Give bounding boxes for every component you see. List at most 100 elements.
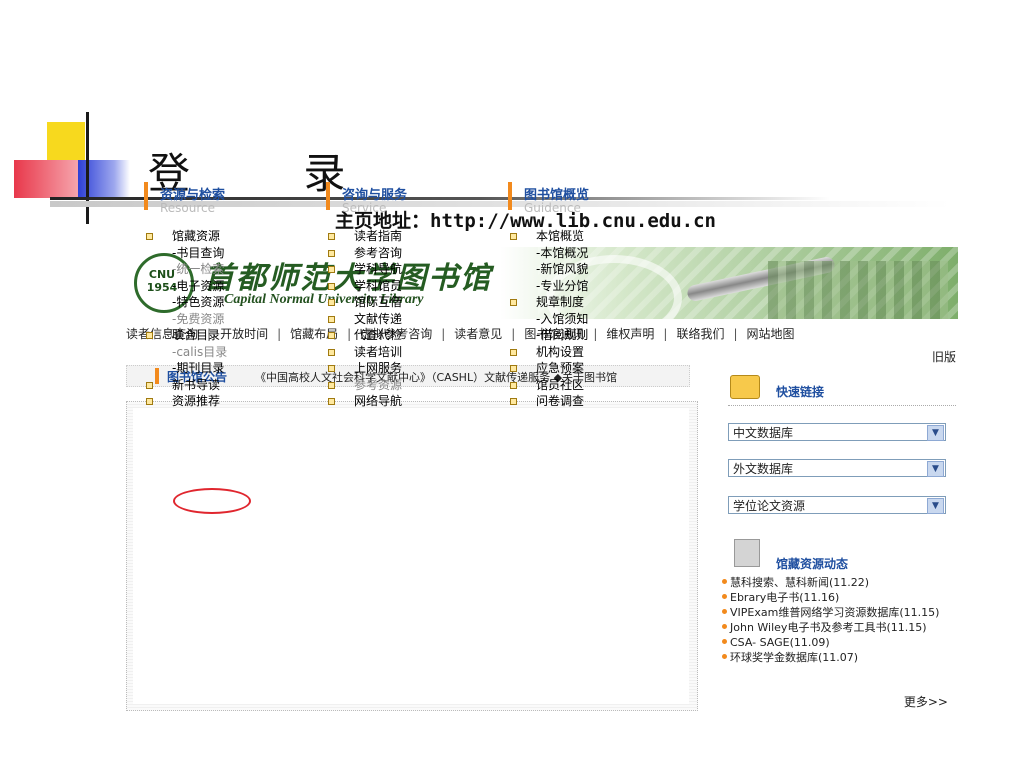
- resource-news-list: 慧科搜索、慧科新闻(11.22) Ebrary电子书(11.16) VIPExa…: [722, 575, 958, 665]
- old-version-link[interactable]: 旧版: [932, 348, 956, 365]
- list-item[interactable]: 资源推荐: [146, 393, 227, 410]
- right-sidebar: 快速链接 中文数据库 ▼ 外文数据库 ▼ 学位论文资源 ▼ 馆藏资源动态 慧科搜…: [722, 365, 958, 715]
- bullet-icon: [722, 609, 727, 614]
- square-bullet-icon: [510, 348, 517, 356]
- select-value: 中文数据库: [733, 426, 794, 440]
- list-item[interactable]: 参考咨询: [328, 245, 402, 262]
- list-item[interactable]: -统一检索: [146, 261, 227, 278]
- square-bullet-icon: [146, 398, 153, 405]
- square-bullet-icon: [328, 365, 335, 372]
- news-item[interactable]: 慧科搜索、慧科新闻(11.22): [722, 575, 958, 590]
- sidebar-divider: [728, 405, 956, 406]
- list-item[interactable]: 问卷调查: [510, 393, 588, 410]
- bullet-icon: [722, 594, 727, 599]
- news-item[interactable]: CSA- SAGE(11.09): [722, 635, 958, 650]
- column-list: 读者指南 参考咨询 学科导航 学科馆员 馆际互借 文献传递 代查代检 读者培训 …: [328, 228, 402, 410]
- square-bullet-icon: [328, 233, 335, 240]
- square-bullet-icon: [328, 282, 335, 290]
- list-item[interactable]: 读者指南: [328, 228, 402, 245]
- column-accent-bar: [144, 182, 148, 210]
- list-item[interactable]: 规章制度: [510, 294, 588, 311]
- news-item[interactable]: VIPExam维普网络学习资源数据库(11.15): [722, 605, 958, 620]
- main-content-panel: [133, 408, 689, 704]
- decoration-red-block: [14, 160, 78, 198]
- list-item[interactable]: -calis目录: [146, 344, 227, 361]
- list-item[interactable]: 文献传递: [328, 311, 402, 328]
- square-bullet-icon: [146, 332, 153, 339]
- chinese-database-select[interactable]: 中文数据库 ▼: [728, 423, 946, 441]
- list-item[interactable]: -入馆须知: [510, 311, 588, 328]
- list-item[interactable]: 新书导读: [146, 377, 227, 394]
- chevron-down-icon: ▼: [927, 461, 944, 477]
- column-list: 馆藏资源 -书目查询 -统一检索 -电子资源 -特色资源 -免费资源 联合目录 …: [146, 228, 227, 410]
- list-item[interactable]: 参考资源: [328, 377, 402, 394]
- news-item[interactable]: Ebrary电子书(11.16): [722, 590, 958, 605]
- column-subtitle: Service: [342, 201, 387, 215]
- list-item[interactable]: 学科馆员: [328, 278, 402, 295]
- quick-links-title: 快速链接: [776, 385, 825, 399]
- list-item[interactable]: 馆际互借: [328, 294, 402, 311]
- list-item[interactable]: -新馆风貌: [510, 261, 588, 278]
- list-item[interactable]: -借阅规则: [510, 327, 588, 344]
- square-bullet-icon: [328, 315, 335, 323]
- more-link[interactable]: 更多>>: [904, 693, 948, 710]
- bullet-icon: [722, 579, 727, 584]
- nav-reader-feedback[interactable]: 读者意见: [454, 327, 502, 341]
- list-item[interactable]: 读者培训: [328, 344, 402, 361]
- column-list: 本馆概览 -本馆概况 -新馆风貌 -专业分馆 规章制度 -入馆须知 -借阅规则 …: [510, 228, 588, 410]
- list-item[interactable]: 代查代检: [328, 327, 402, 344]
- notice-marquee[interactable]: 《中国高校人文社会科学文献中心》（CASHL）文献传递服务 ◆关于图书馆: [255, 369, 685, 385]
- square-bullet-icon: [146, 381, 153, 389]
- bullet-icon: [722, 639, 727, 644]
- list-item[interactable]: 机构设置: [510, 344, 588, 361]
- catalog-search-link[interactable]: -书目查询: [146, 245, 227, 262]
- square-bullet-icon: [510, 233, 517, 240]
- nav-site-map[interactable]: 网站地图: [747, 327, 795, 341]
- nav-contact-us[interactable]: 联络我们: [676, 327, 724, 341]
- list-item[interactable]: -本馆概况: [510, 245, 588, 262]
- chevron-down-icon: ▼: [927, 498, 944, 514]
- list-item[interactable]: 网络导航: [328, 393, 402, 410]
- bullet-icon: [722, 654, 727, 659]
- decoration-vertical-line: [86, 112, 89, 224]
- list-item[interactable]: 联合目录: [146, 327, 227, 344]
- folder-icon: [730, 375, 760, 399]
- list-item[interactable]: 馆员社区: [510, 377, 588, 394]
- column-subtitle: Guidence: [524, 201, 581, 215]
- building-illustration: [768, 261, 948, 319]
- list-item[interactable]: -特色资源: [146, 294, 227, 311]
- computer-icon: [734, 539, 760, 567]
- list-item[interactable]: -专业分馆: [510, 278, 588, 295]
- column-accent-bar: [326, 182, 330, 210]
- square-bullet-icon: [328, 299, 335, 306]
- select-value: 学位论文资源: [733, 499, 806, 513]
- resource-news-title: 馆藏资源动态: [776, 557, 849, 571]
- square-bullet-icon: [328, 348, 335, 356]
- list-item[interactable]: 应急预案: [510, 360, 588, 377]
- list-item[interactable]: -免费资源: [146, 311, 227, 328]
- list-item[interactable]: 学科导航: [328, 261, 402, 278]
- news-item[interactable]: John Wiley电子书及参考工具书(11.15): [722, 620, 958, 635]
- select-value: 外文数据库: [733, 462, 794, 476]
- news-item[interactable]: 环球奖学金数据库(11.07): [722, 650, 958, 665]
- nav-rights-statement[interactable]: 维权声明: [606, 327, 654, 341]
- foreign-database-select[interactable]: 外文数据库 ▼: [728, 459, 946, 477]
- decoration-yellow-square: [47, 122, 85, 160]
- square-bullet-icon: [328, 249, 335, 257]
- list-item[interactable]: -期刊目录: [146, 360, 227, 377]
- highlight-circle: [173, 488, 251, 514]
- list-item[interactable]: -电子资源: [146, 278, 227, 295]
- square-bullet-icon: [146, 233, 153, 240]
- list-item[interactable]: 本馆概览: [510, 228, 588, 245]
- chevron-down-icon: ▼: [927, 425, 944, 441]
- list-item[interactable]: 上网服务: [328, 360, 402, 377]
- list-item[interactable]: 馆藏资源: [146, 228, 227, 245]
- thesis-resource-select[interactable]: 学位论文资源 ▼: [728, 496, 946, 514]
- bullet-icon: [722, 624, 727, 629]
- column-subtitle: Resource: [160, 201, 216, 215]
- square-bullet-icon: [510, 365, 517, 372]
- square-bullet-icon: [510, 398, 517, 405]
- square-bullet-icon: [328, 381, 335, 389]
- square-bullet-icon: [328, 398, 335, 405]
- nav-opening-hours[interactable]: 开放时间: [220, 327, 268, 341]
